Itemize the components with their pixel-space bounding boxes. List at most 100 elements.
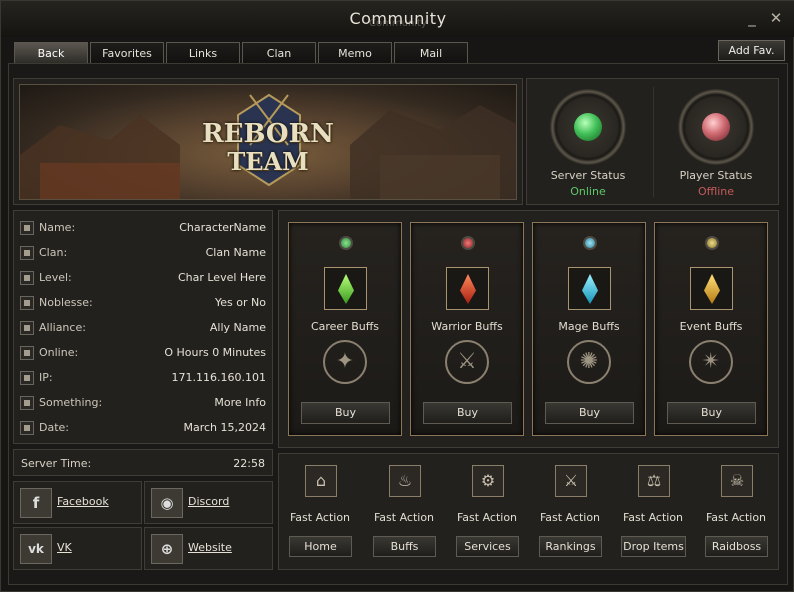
mage-crystal-frame — [568, 267, 611, 310]
checkbox[interactable] — [20, 396, 34, 410]
drop-items-button[interactable]: Drop Items — [621, 536, 686, 557]
server-status-label: Server Status — [550, 169, 626, 182]
info-row-clan: Clan: Clan Name — [18, 244, 272, 262]
checkbox[interactable] — [20, 246, 34, 260]
event-indicator-dot — [705, 236, 719, 250]
info-label: Online: — [39, 346, 79, 359]
discord-icon: ◉ — [151, 488, 183, 518]
info-value: 171.116.160.101 — [171, 371, 266, 384]
gear-icon[interactable]: ⚙ — [472, 465, 504, 497]
tab-clan[interactable]: Clan — [242, 42, 316, 64]
info-row-noblesse: Noblesse: Yes or No — [18, 294, 272, 312]
vk-link-box[interactable]: vk VK — [13, 527, 142, 570]
services-button[interactable]: Services — [456, 536, 519, 557]
buff-name: Event Buffs — [679, 320, 743, 333]
info-row-online: Online: O Hours 0 Minutes — [18, 344, 272, 362]
discord-link[interactable]: Discord — [188, 495, 229, 508]
info-value: Ally Name — [209, 321, 266, 334]
fast-action-rankings: ⚔ Fast Action Rankings — [529, 464, 611, 564]
home-button[interactable]: Home — [289, 536, 352, 557]
info-value: Yes or No — [215, 296, 266, 309]
community-window: Community Community _ ✕ Back Favorites L… — [0, 0, 794, 592]
banner-image: REBORN TEAM — [19, 84, 517, 200]
fast-action-label: Fast Action — [705, 511, 767, 524]
info-label: IP: — [39, 371, 53, 384]
fast-action-label: Fast Action — [373, 511, 435, 524]
checkbox[interactable] — [20, 371, 34, 385]
fast-action-raidboss: ☠ Fast Action Raidboss — [695, 464, 777, 564]
info-label: Name: — [39, 221, 76, 234]
info-value: Char Level Here — [177, 271, 266, 284]
server-status-light — [574, 113, 602, 141]
website-link[interactable]: Website — [188, 541, 232, 554]
checkbox[interactable] — [20, 321, 34, 335]
globe-icon: ⊕ — [151, 534, 183, 564]
info-row-ip: IP: 171.116.160.101 — [18, 369, 272, 387]
buff-name: Warrior Buffs — [431, 320, 503, 333]
mage-emblem-icon: ✺ — [567, 340, 611, 384]
player-status-light — [702, 113, 730, 141]
info-row-alliance: Alliance: Ally Name — [18, 319, 272, 337]
facebook-icon: f — [20, 488, 52, 518]
minimize-button[interactable]: _ — [743, 9, 761, 27]
player-status-label: Player Status — [679, 169, 753, 182]
info-row-level: Level: Char Level Here — [18, 269, 272, 287]
tab-memo[interactable]: Memo — [318, 42, 392, 64]
buy-career-buffs-button[interactable]: Buy — [301, 402, 390, 424]
info-row-something: Something: More Info — [18, 394, 272, 412]
tab-links[interactable]: Links — [166, 42, 240, 64]
facebook-link-box[interactable]: f Facebook — [13, 481, 142, 524]
info-value: More Info — [214, 396, 266, 409]
logo-team: TEAM — [227, 147, 309, 176]
buff-card-mage: Mage Buffs ✺ Buy — [532, 222, 646, 436]
fast-action-label: Fast Action — [456, 511, 518, 524]
mage-indicator-dot — [583, 236, 597, 250]
career-indicator-dot — [339, 236, 353, 250]
server-time-panel: Server Time: 22:58 — [13, 449, 273, 476]
info-label: Date: — [39, 421, 69, 434]
swords-icon[interactable]: ⚔ — [555, 465, 587, 497]
home-icon[interactable]: ⌂ — [305, 465, 337, 497]
buffs-button[interactable]: Buffs — [373, 536, 436, 557]
buy-event-buffs-button[interactable]: Buy — [667, 402, 756, 424]
title-bar[interactable]: Community Community _ ✕ — [1, 1, 794, 37]
buff-name: Career Buffs — [310, 320, 380, 333]
event-crystal-frame — [690, 267, 733, 310]
scales-icon[interactable]: ⚖ — [638, 465, 670, 497]
fast-action-drop-items: ⚖ Fast Action Drop Items — [612, 464, 694, 564]
green-crystal-icon — [338, 274, 354, 304]
status-divider — [653, 87, 654, 197]
logo-reborn: REBORN — [202, 119, 334, 149]
checkbox[interactable] — [20, 346, 34, 360]
buy-warrior-buffs-button[interactable]: Buy — [423, 402, 512, 424]
tab-favorites[interactable]: Favorites — [90, 42, 164, 64]
buy-mage-buffs-button[interactable]: Buy — [545, 402, 634, 424]
rankings-button[interactable]: Rankings — [539, 536, 602, 557]
crown-emblem-icon: ✦ — [323, 340, 367, 384]
add-favorite-button[interactable]: Add Fav. — [718, 40, 785, 61]
fast-action-label: Fast Action — [622, 511, 684, 524]
buff-icon[interactable]: ♨ — [389, 465, 421, 497]
buff-name: Mage Buffs — [558, 320, 620, 333]
info-value: Clan Name — [205, 246, 266, 259]
close-button[interactable]: ✕ — [767, 9, 785, 27]
fast-action-buffs: ♨ Fast Action Buffs — [363, 464, 445, 564]
blue-crystal-icon — [582, 274, 598, 304]
tab-mail[interactable]: Mail — [394, 42, 468, 64]
discord-link-box[interactable]: ◉ Discord — [144, 481, 273, 524]
vk-link[interactable]: VK — [57, 541, 72, 554]
checkbox[interactable] — [20, 221, 34, 235]
buff-card-warrior: Warrior Buffs ⚔ Buy — [410, 222, 524, 436]
info-label: Clan: — [39, 246, 68, 259]
server-time-value: 22:58 — [233, 457, 265, 470]
website-link-box[interactable]: ⊕ Website — [144, 527, 273, 570]
checkbox[interactable] — [20, 271, 34, 285]
dragon-icon[interactable]: ☠ — [721, 465, 753, 497]
checkbox[interactable] — [20, 421, 34, 435]
server-status-value: Online — [570, 185, 606, 198]
raidboss-button[interactable]: Raidboss — [705, 536, 768, 557]
yellow-crystal-icon — [704, 274, 720, 304]
facebook-link[interactable]: Facebook — [57, 495, 109, 508]
tab-back[interactable]: Back — [14, 42, 88, 64]
checkbox[interactable] — [20, 296, 34, 310]
